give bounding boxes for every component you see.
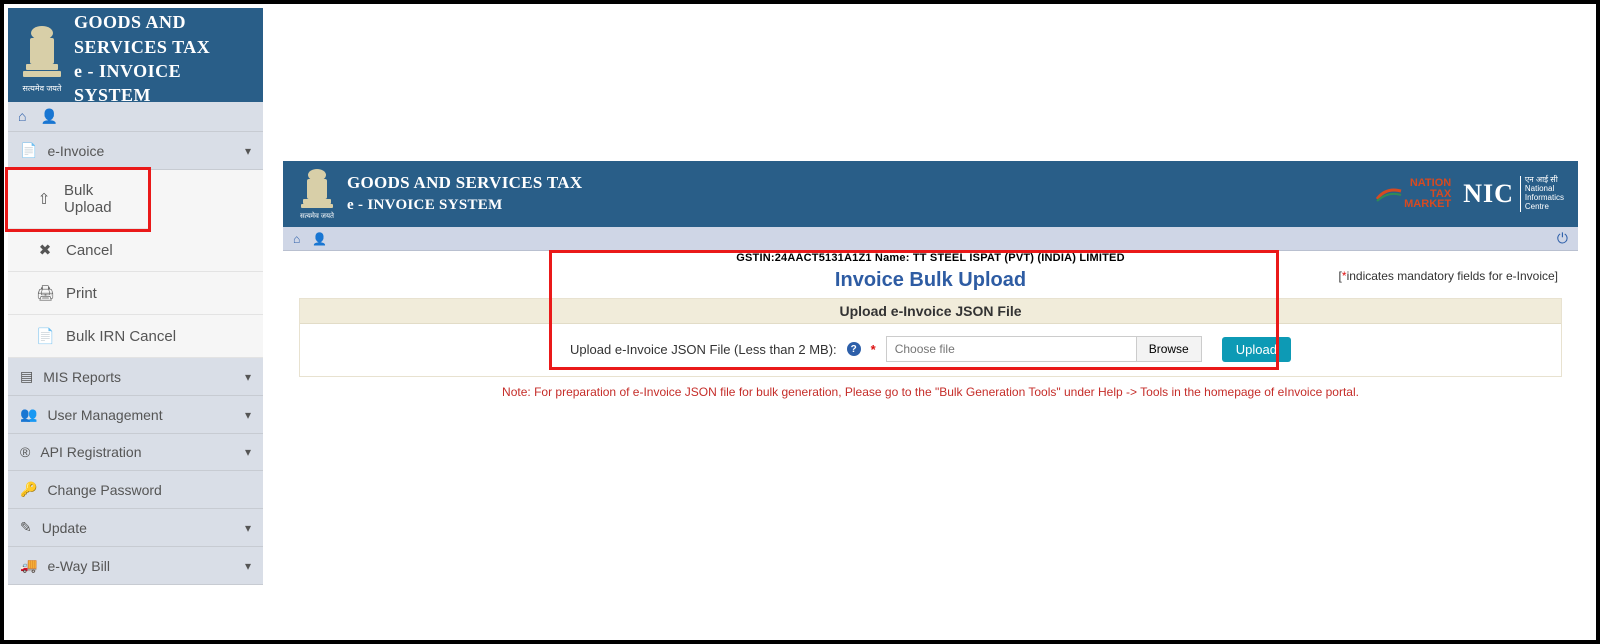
sidebar-item-bulk-upload[interactable]: ⇧ Bulk Upload [8, 170, 148, 229]
chevron-down-icon: ▾ [245, 445, 251, 459]
browse-button[interactable]: Browse [1136, 336, 1202, 362]
file-x-icon: 📄 [36, 327, 54, 345]
content-block: GSTIN:24AACT5131A1Z1 Name: TT STEEL ISPA… [283, 251, 1578, 417]
sidebar-item-label: Bulk Upload [64, 182, 136, 216]
sidebar-cat-label: e-Way Bill [47, 558, 110, 574]
sidebar-cat-user-mgmt[interactable]: 👥 User Management ▾ [8, 396, 263, 434]
sidebar-cat-update[interactable]: ✎ Update ▾ [8, 509, 263, 547]
edit-icon: ✎ [20, 519, 32, 536]
upload-panel-body: Upload e-Invoice JSON File (Less than 2 … [300, 324, 1561, 376]
sidebar-cat-change-pw[interactable]: 🔑 Change Password [8, 471, 263, 509]
nic-text: NIC [1463, 179, 1514, 209]
home-icon[interactable]: ⌂ [18, 108, 26, 125]
upload-label: Upload e-Invoice JSON File (Less than 2 … [570, 342, 837, 357]
home-icon[interactable]: ⌂ [293, 232, 300, 246]
sidebar-cat-mis[interactable]: ▤ MIS Reports ▾ [8, 358, 263, 396]
sidebar-title-line1: GOODS AND SERVICES TAX [74, 10, 251, 59]
nation-tax-market-logo: NATION TAX MARKET [1376, 178, 1451, 209]
nic-subtext: एन आई सी National Informatics Centre [1520, 176, 1564, 211]
chevron-down-icon: ▾ [245, 408, 251, 422]
ntm-line3: MARKET [1404, 199, 1451, 209]
emblem-icon: सत्यमेव जयते [297, 167, 337, 221]
upload-panel-header: Upload e-Invoice JSON File [300, 299, 1561, 324]
sidebar-cat-label: e-Invoice [47, 143, 104, 159]
sidebar-cat-label: Change Password [47, 482, 161, 498]
upload-button[interactable]: Upload [1222, 337, 1291, 362]
chevron-down-icon: ▾ [245, 144, 251, 158]
page-title-line1: GOODS AND SERVICES TAX [347, 172, 582, 195]
page-title-line2: e - INVOICE SYSTEM [347, 195, 582, 215]
key-icon: 🔑 [20, 481, 37, 498]
sidebar-cat-label: Update [42, 520, 87, 536]
sidebar-cat-label: MIS Reports [43, 369, 121, 385]
sidebar-titles: GOODS AND SERVICES TAX e - INVOICE SYSTE… [74, 10, 251, 107]
help-icon[interactable]: ? [847, 342, 861, 356]
sidebar-item-label: Bulk IRN Cancel [66, 328, 176, 345]
preparation-note: Note: For preparation of e-Invoice JSON … [299, 377, 1562, 407]
sidebar-item-label: Print [66, 285, 97, 302]
emblem-caption: सत्यमेव जयते [23, 83, 62, 94]
sidebar-header: सत्यमेव जयते GOODS AND SERVICES TAX e - … [8, 8, 263, 102]
required-star: * [871, 342, 876, 357]
account-info-line: GSTIN:24AACT5131A1Z1 Name: TT STEEL ISPA… [299, 251, 1562, 265]
sidebar-title-line2: e - INVOICE SYSTEM [74, 59, 251, 108]
file-icon: 📄 [20, 142, 37, 159]
sidebar-item-cancel[interactable]: ✖ Cancel [8, 229, 263, 272]
upload-icon: ⇧ [36, 190, 52, 208]
mandatory-fields-note: [*indicates mandatory fields for e-Invoi… [1339, 269, 1558, 283]
page-header-left: सत्यमेव जयते GOODS AND SERVICES TAX e - … [297, 167, 582, 221]
registered-icon: ® [20, 444, 30, 460]
emblem-caption: सत्यमेव जयते [297, 212, 337, 221]
sidebar-cat-api-reg[interactable]: ® API Registration ▾ [8, 434, 263, 471]
chevron-down-icon: ▾ [245, 370, 251, 384]
swoosh-icon [1376, 185, 1402, 203]
print-icon: 🖨 [36, 284, 54, 302]
sidebar-item-bulk-irn-cancel[interactable]: 📄 Bulk IRN Cancel [8, 315, 263, 358]
sidebar-item-label: Cancel [66, 242, 113, 259]
page-header: सत्यमेव जयते GOODS AND SERVICES TAX e - … [283, 161, 1578, 227]
file-input-group: Browse [886, 336, 1202, 362]
page-iconbar: ⌂ 👤 ⏻ [283, 227, 1578, 251]
sidebar-item-print[interactable]: 🖨 Print [8, 272, 263, 315]
sidebar: सत्यमेव जयते GOODS AND SERVICES TAX e - … [8, 8, 263, 585]
truck-icon: 🚚 [20, 557, 37, 574]
sidebar-cat-eway[interactable]: 🚚 e-Way Bill ▾ [8, 547, 263, 585]
page-header-right: NATION TAX MARKET NIC एन आई सी National … [1376, 176, 1564, 211]
sidebar-cat-label: API Registration [40, 444, 141, 460]
list-icon: ▤ [20, 368, 33, 385]
sidebar-cat-einvoice[interactable]: 📄 e-Invoice ▾ [8, 132, 263, 170]
emblem-icon: सत्यमेव जयते [20, 23, 64, 95]
user-icon[interactable]: 👤 [40, 108, 57, 125]
nic-logo: NIC एन आई सी National Informatics Centre [1463, 176, 1564, 211]
power-icon[interactable]: ⏻ [1557, 230, 1568, 247]
file-input[interactable] [886, 336, 1136, 362]
chevron-down-icon: ▾ [245, 521, 251, 535]
sidebar-cat-label: User Management [47, 407, 162, 423]
page-titles: GOODS AND SERVICES TAX e - INVOICE SYSTE… [347, 172, 582, 215]
upload-panel: Upload e-Invoice JSON File Upload e-Invo… [299, 298, 1562, 377]
user-icon[interactable]: 👤 [312, 232, 327, 246]
page: सत्यमेव जयते GOODS AND SERVICES TAX e - … [283, 161, 1578, 417]
chevron-down-icon: ▾ [245, 559, 251, 573]
users-icon: 👥 [20, 406, 37, 423]
close-icon: ✖ [36, 241, 54, 259]
